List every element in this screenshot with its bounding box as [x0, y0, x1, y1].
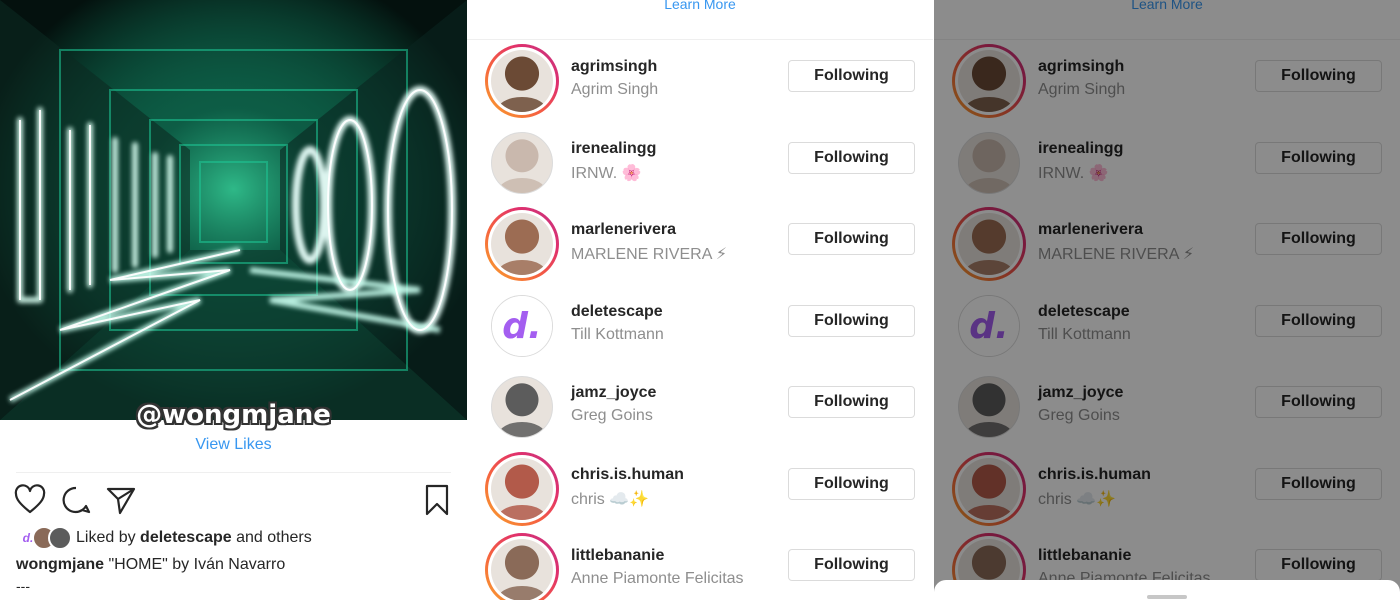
share-icon[interactable]	[105, 484, 137, 516]
avatar-image	[491, 376, 553, 438]
post-caption: wongmjane "HOME" by Iván Navarro	[16, 556, 285, 574]
avatar[interactable]	[485, 126, 559, 200]
liker-avatars: d.	[16, 526, 76, 550]
following-button[interactable]: Following	[788, 468, 915, 500]
caption-text: "HOME" by Iván Navarro	[108, 556, 286, 573]
mini-avatar	[48, 526, 72, 550]
following-button[interactable]: Following	[788, 386, 915, 418]
modal-backdrop[interactable]	[934, 0, 1400, 600]
full-name: Till Kottmann	[571, 326, 664, 343]
following-list-panel: Learn More agrimsingh Agrim Singh Followin…	[467, 0, 933, 600]
following-button[interactable]: Following	[788, 142, 915, 174]
post-action-bar	[0, 484, 467, 516]
following-row[interactable]: agrimsingh Agrim Singh Following	[467, 40, 933, 122]
liked-by-suffix: and others	[236, 529, 312, 546]
following-row[interactable]: jamz_joyce Greg Goins Following	[467, 366, 933, 448]
username[interactable]: deletescape	[571, 303, 663, 321]
username[interactable]: marlenerivera	[571, 221, 676, 239]
full-name: Greg Goins	[571, 407, 653, 424]
heart-icon[interactable]	[14, 484, 46, 516]
learn-more-link[interactable]: Learn More	[467, 0, 933, 12]
divider	[16, 472, 451, 473]
username[interactable]: agrimsingh	[571, 58, 657, 76]
watermark-text: @wongmjane	[136, 400, 331, 430]
avatar-image	[491, 458, 553, 520]
avatar[interactable]	[485, 207, 559, 281]
caption-username[interactable]: wongmjane	[16, 556, 104, 573]
following-button[interactable]: Following	[788, 305, 915, 337]
deletescape-logo-icon: d.	[492, 296, 552, 356]
bottom-sheet[interactable]	[934, 580, 1400, 600]
view-likes-link[interactable]: View Likes	[0, 436, 467, 454]
full-name: chris ☁️✨	[571, 491, 650, 508]
following-button[interactable]: Following	[788, 223, 915, 255]
post-panel: @wongmjane View Likes d. Liked by delete…	[0, 0, 467, 600]
avatar-image: d.	[491, 295, 553, 357]
bookmark-icon[interactable]	[421, 484, 453, 516]
following-row[interactable]: marlenerivera MARLENE RIVERA ⚡ Following	[467, 203, 933, 285]
following-button[interactable]: Following	[788, 60, 915, 92]
username[interactable]: littlebananie	[571, 547, 664, 565]
full-name: MARLENE RIVERA ⚡	[571, 246, 728, 263]
avatar[interactable]	[485, 533, 559, 600]
avatar[interactable]: d.	[485, 289, 559, 363]
full-name: Anne Piamonte Felicitas	[571, 570, 744, 587]
avatar[interactable]	[485, 44, 559, 118]
following-row[interactable]: chris.is.human chris ☁️✨ Following	[467, 448, 933, 530]
username[interactable]: irenealingg	[571, 140, 656, 158]
avatar-image	[491, 50, 553, 112]
comment-icon[interactable]	[60, 484, 92, 516]
neon-tunnel-image	[0, 0, 467, 420]
following-row[interactable]: littlebananie Anne Piamonte Felicitas Foll…	[467, 529, 933, 600]
username[interactable]: chris.is.human	[571, 466, 684, 484]
sheet-grabber-handle[interactable]	[1147, 595, 1187, 599]
username[interactable]: jamz_joyce	[571, 384, 656, 402]
following-row[interactable]: irenealingg IRNW. 🌸 Following	[467, 122, 933, 204]
avatar-image	[491, 539, 553, 600]
following-button[interactable]: Following	[788, 549, 915, 581]
post-photo[interactable]	[0, 0, 467, 420]
avatar-image	[491, 213, 553, 275]
full-name: Agrim Singh	[571, 81, 659, 98]
liked-by-user[interactable]: deletescape	[140, 529, 232, 547]
full-name: IRNW. 🌸	[571, 165, 642, 182]
avatar[interactable]	[485, 452, 559, 526]
liked-by-prefix: Liked by	[76, 529, 136, 546]
liked-by-row[interactable]: d. Liked by deletescape and others	[16, 526, 312, 550]
avatar-image	[491, 132, 553, 194]
following-row[interactable]: d. deletescape Till Kottmann Following	[467, 285, 933, 367]
avatar[interactable]	[485, 370, 559, 444]
caption-more: ---	[16, 578, 30, 594]
following-list-panel-dimmed: Learn More agrimsingh Agrim Singh Followin…	[934, 0, 1400, 600]
